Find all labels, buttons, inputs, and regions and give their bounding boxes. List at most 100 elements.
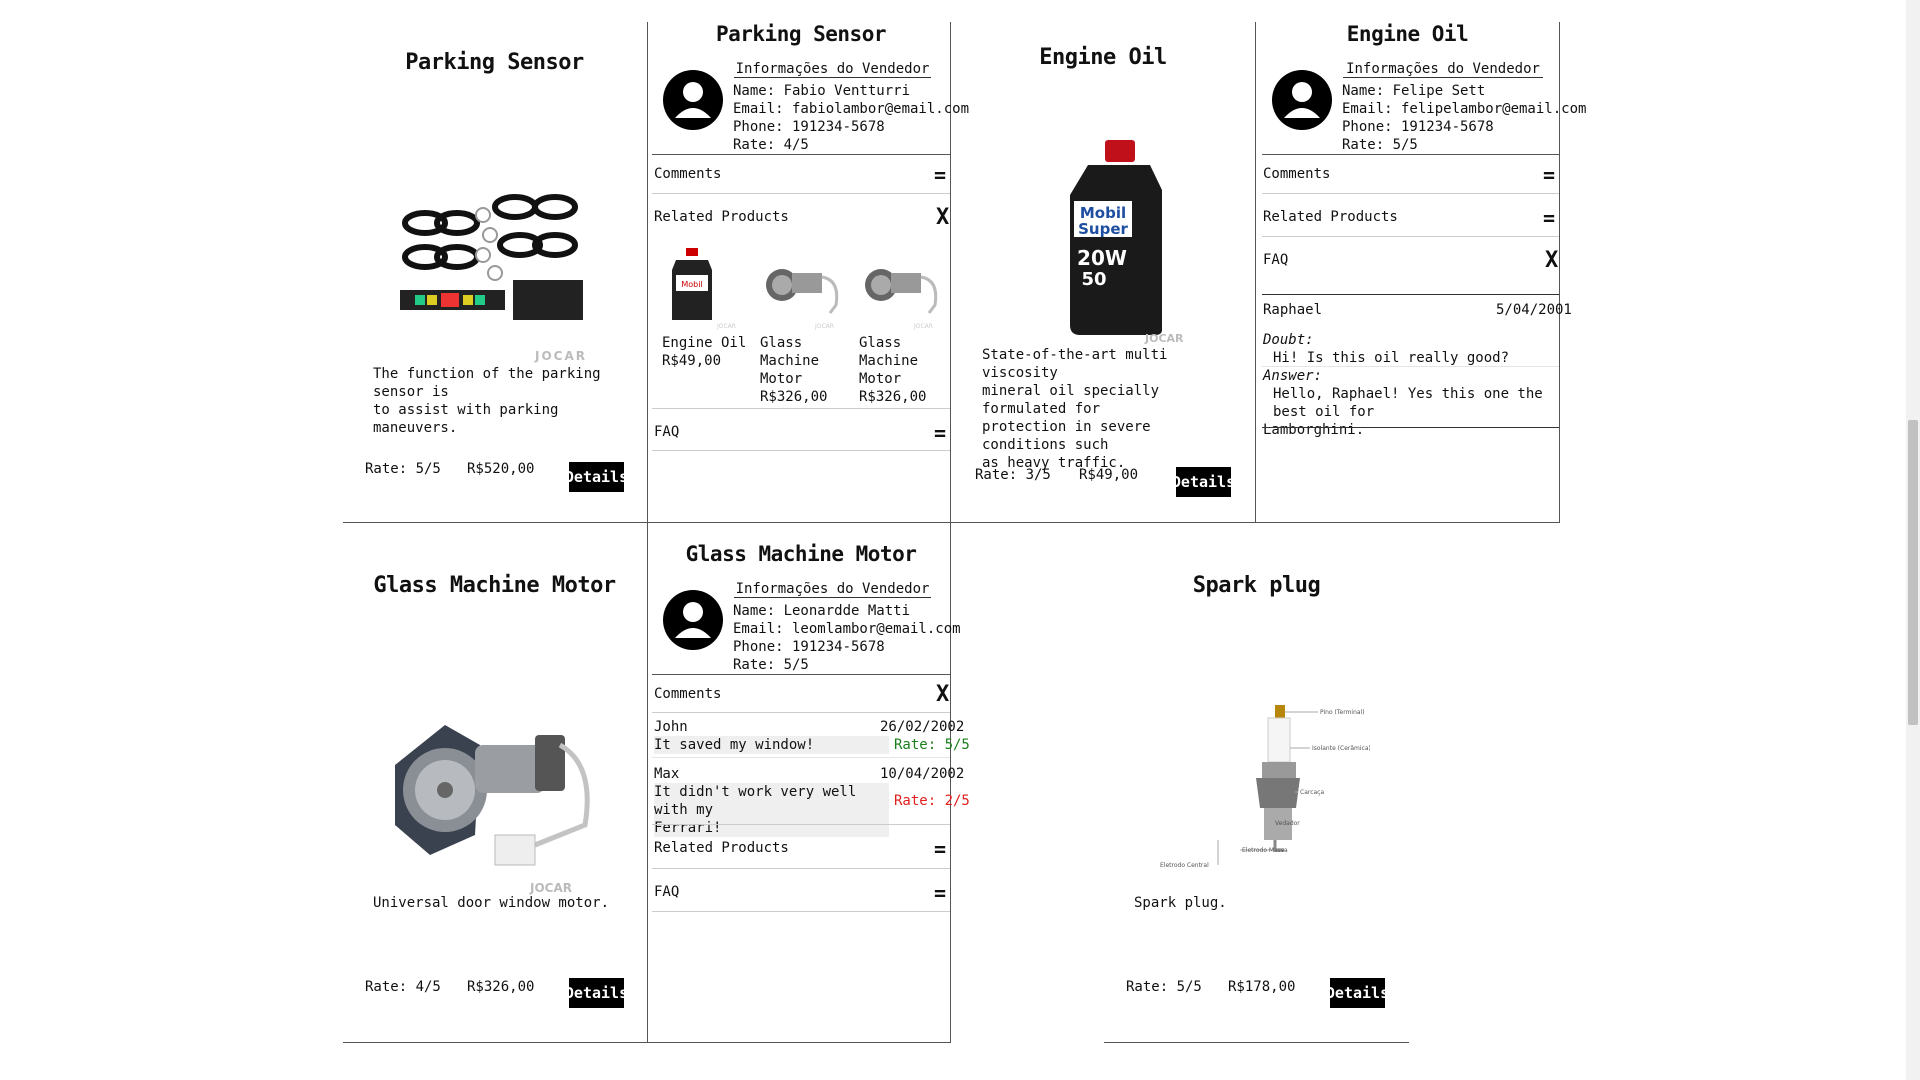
vendor-avatar — [1272, 70, 1332, 130]
vendor-email: Email: felipelambor@email.com — [1342, 101, 1587, 117]
faq-answer: Hello, Raphael! Yes this one the best oi… — [1263, 385, 1558, 439]
vendor-avatar — [663, 70, 723, 130]
faq-doubt-label: Doubt: — [1263, 332, 1314, 348]
related-product-name: Machine — [760, 353, 820, 369]
product-description: State-of-the-art multi viscosity mineral… — [982, 346, 1242, 472]
svg-text:Super: Super — [1078, 220, 1128, 238]
faq-toggle[interactable]: FAQ — [654, 884, 679, 900]
faq-answer-line: Hello, Raphael! Yes this one the best oi… — [1273, 386, 1543, 420]
engine-oil-thumbnail: Mobil JOCAR — [672, 248, 736, 330]
svg-text:JOCAR: JOCAR — [716, 323, 736, 330]
product-price: R$520,00 — [467, 461, 535, 477]
expand-icon[interactable]: = — [1543, 165, 1555, 185]
related-product-item[interactable]: JOCAR Glass Machine Motor R$326,00 — [859, 245, 949, 406]
details-button[interactable]: Details — [565, 462, 628, 492]
glass-machine-motor-image: JOCAR — [385, 705, 605, 895]
svg-text:Mobil: Mobil — [681, 280, 702, 289]
close-icon[interactable]: X — [936, 682, 949, 707]
page-scrollbar[interactable] — [1906, 0, 1920, 1080]
product-title: Glass Machine Motor — [373, 573, 616, 598]
faq-toggle[interactable]: FAQ — [1263, 252, 1288, 268]
vendor-email: Email: leomlambor@email.com — [733, 621, 961, 637]
expand-icon[interactable]: = — [1543, 208, 1555, 228]
faq-toggle[interactable]: FAQ — [654, 424, 679, 440]
comment-date: 10/04/2002 — [880, 766, 965, 782]
related-product-name: Motor — [859, 371, 902, 387]
close-icon[interactable]: X — [1545, 248, 1558, 273]
related-product-name: Motor — [760, 371, 803, 387]
related-product-item[interactable]: Mobil JOCAR Engine Oil R$49,00 — [662, 245, 752, 370]
vendor-name: Name: Leonardde Matti — [733, 603, 911, 619]
details-button[interactable]: Details — [1326, 978, 1389, 1008]
vendor-rate: Rate: 4/5 — [733, 137, 809, 153]
comment-rate: Rate: 2/5 — [894, 793, 970, 809]
product-title: Parking Sensor — [405, 50, 584, 75]
diagram-label: Eletrodo Central — [1160, 862, 1209, 869]
comment-text: It saved my window! — [654, 736, 889, 754]
diagram-label: Carcaça — [1300, 789, 1324, 796]
diagram-label: Eletrodo Massa — [1242, 847, 1288, 854]
product-rate: Rate: 4/5 — [365, 979, 441, 995]
related-product-item[interactable]: JOCAR Glass Machine Motor R$326,00 — [760, 245, 850, 406]
spark-plug-image: Pino (Terminal) Isolante (Cerâmica) Carc… — [1150, 700, 1371, 875]
svg-text:JOCAR: JOCAR — [814, 323, 834, 330]
diagram-label: Vedador — [1275, 820, 1300, 827]
expand-icon[interactable]: = — [934, 839, 946, 859]
vendor-rate: Rate: 5/5 — [1342, 137, 1418, 153]
related-product-price: R$326,00 — [760, 389, 828, 405]
vendor-name: Name: Felipe Sett — [1342, 83, 1486, 99]
product-rate: Rate: 3/5 — [975, 467, 1051, 483]
comments-toggle[interactable]: Comments — [654, 686, 721, 702]
product-title: Engine Oil — [1039, 45, 1167, 70]
comment-rate: Rate: 5/5 — [894, 737, 970, 753]
faq-answer-line: Lamborghini. — [1263, 422, 1365, 438]
comment-text-line: It didn't work very well with my — [654, 784, 857, 818]
svg-text:50: 50 — [1081, 269, 1106, 290]
comments-toggle[interactable]: Comments — [1263, 166, 1330, 182]
product-title: Parking Sensor — [715, 22, 887, 46]
vendor-phone: Phone: 191234-5678 — [733, 119, 885, 135]
vendor-name: Name: Fabio Ventturri — [733, 83, 911, 99]
watermark: JOCAR — [1144, 332, 1184, 345]
description-line: The function of the parking sensor is — [373, 366, 601, 400]
motor-thumbnail: JOCAR — [766, 269, 839, 330]
comment-text: It didn't work very well with my Ferrari… — [654, 783, 889, 837]
related-products-toggle[interactable]: Related Products — [1263, 209, 1398, 225]
related-products-toggle[interactable]: Related Products — [654, 209, 789, 225]
description-line: State-of-the-art multi viscosity — [982, 347, 1168, 381]
motor-thumbnail: JOCAR — [865, 269, 938, 330]
watermark: JOCAR — [529, 881, 572, 895]
svg-text:JOCAR: JOCAR — [913, 323, 933, 330]
diagram-label: Pino (Terminal) — [1320, 709, 1365, 716]
vendor-phone: Phone: 191234-5678 — [1342, 119, 1494, 135]
svg-text:20W: 20W — [1077, 246, 1127, 270]
vendor-heading: Informações do Vendedor — [734, 61, 931, 78]
product-price: R$326,00 — [467, 979, 535, 995]
related-product-name: Machine — [859, 353, 919, 369]
related-product-name: Engine Oil — [662, 335, 747, 351]
product-description: The function of the parking sensor is to… — [373, 365, 633, 437]
expand-icon[interactable]: = — [934, 165, 946, 185]
expand-icon[interactable]: = — [934, 883, 946, 903]
related-products-toggle[interactable]: Related Products — [654, 840, 789, 856]
description-line: mineral oil specially formulated for — [982, 383, 1160, 417]
vendor-rate: Rate: 5/5 — [733, 657, 809, 673]
product-rate: Rate: 5/5 — [1126, 979, 1202, 995]
product-title: Engine Oil — [1346, 22, 1469, 46]
comment-date: 26/02/2002 — [880, 719, 965, 735]
related-product-price: R$49,00 — [662, 353, 722, 369]
expand-icon[interactable]: = — [934, 423, 946, 443]
vendor-heading: Informações do Vendedor — [734, 581, 931, 598]
vendor-heading: Informações do Vendedor — [1343, 61, 1543, 78]
comment-text-line: Ferrari! — [654, 820, 722, 836]
comments-toggle[interactable]: Comments — [654, 166, 721, 182]
details-button[interactable]: Details — [1172, 467, 1235, 497]
product-title: Glass Machine Motor — [685, 542, 917, 566]
product-title: Spark plug — [1192, 573, 1321, 598]
related-product-name: Glass — [760, 335, 803, 351]
product-description: Universal door window motor. — [373, 895, 610, 911]
details-button[interactable]: Details — [565, 978, 628, 1008]
vendor-avatar — [663, 590, 723, 650]
scrollbar-thumb[interactable] — [1908, 420, 1918, 725]
close-icon[interactable]: X — [936, 205, 949, 230]
